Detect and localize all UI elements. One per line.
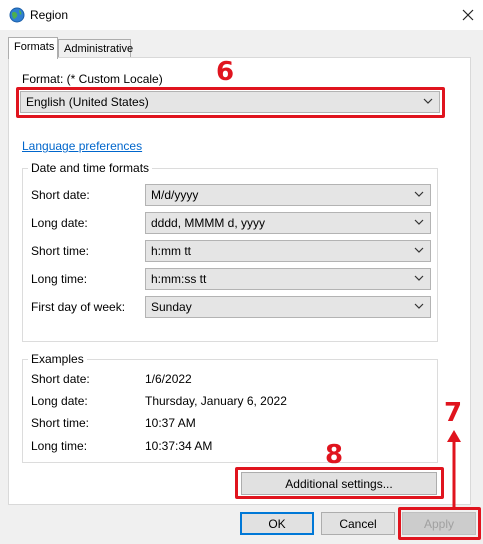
ok-button[interactable]: OK: [240, 512, 314, 535]
chevron-down-icon: [414, 219, 424, 225]
cancel-button[interactable]: Cancel: [321, 512, 395, 535]
chevron-down-icon: [414, 191, 424, 197]
language-preferences-link[interactable]: Language preferences: [22, 139, 142, 153]
long-date-value: dddd, MMMM d, yyyy: [151, 216, 266, 230]
annotation-box-apply: [398, 507, 481, 540]
format-label: Format: (* Custom Locale): [22, 72, 163, 86]
chevron-down-icon: [414, 275, 424, 281]
example-long-date-label: Long date:: [31, 394, 88, 408]
long-date-select[interactable]: dddd, MMMM d, yyyy: [145, 212, 431, 234]
cancel-label: Cancel: [339, 516, 377, 531]
title-bar: Region: [0, 0, 483, 30]
chevron-down-icon: [414, 247, 424, 253]
close-button[interactable]: [452, 0, 483, 30]
ok-label: OK: [268, 516, 286, 531]
example-long-date-value: Thursday, January 6, 2022: [145, 394, 287, 408]
short-date-label: Short date:: [31, 188, 90, 202]
close-icon: [462, 9, 473, 21]
tab-administrative-label: Administrative: [64, 43, 134, 55]
annotation-arrow-up-icon: [447, 430, 461, 510]
example-short-date-value: 1/6/2022: [145, 372, 192, 386]
annotation-box-additional-settings: [235, 467, 444, 499]
chevron-down-icon: [414, 303, 424, 309]
first-day-of-week-label: First day of week:: [31, 300, 126, 314]
tab-formats-label: Formats: [14, 41, 55, 53]
example-long-time-value: 10:37:34 AM: [145, 439, 213, 453]
example-short-time-label: Short time:: [31, 416, 90, 430]
tab-administrative[interactable]: Administrative: [58, 39, 134, 59]
example-short-date-label: Short date:: [31, 372, 90, 386]
short-date-select[interactable]: M/d/yyyy: [145, 184, 431, 206]
short-date-value: M/d/yyyy: [151, 188, 199, 202]
long-time-value: h:mm:ss tt: [151, 272, 207, 286]
short-time-value: h:mm tt: [151, 244, 192, 258]
annotation-number-6: 6: [216, 57, 235, 87]
long-time-select[interactable]: h:mm:ss tt: [145, 268, 431, 290]
first-day-of-week-value: Sunday: [151, 300, 192, 314]
region-globe-icon: [9, 7, 25, 23]
datetime-formats-title: Date and time formats: [28, 161, 153, 175]
examples-title: Examples: [28, 352, 87, 366]
short-time-label: Short time:: [31, 244, 90, 258]
annotation-number-8: 8: [325, 440, 344, 470]
long-date-label: Long date:: [31, 216, 88, 230]
annotation-box-format: [16, 87, 445, 118]
window-title: Region: [30, 8, 69, 22]
short-time-select[interactable]: h:mm tt: [145, 240, 431, 262]
first-day-of-week-select[interactable]: Sunday: [145, 296, 431, 318]
tab-formats[interactable]: Formats: [8, 37, 58, 59]
annotation-number-7: 7: [444, 398, 463, 428]
example-long-time-label: Long time:: [31, 439, 88, 453]
long-time-label: Long time:: [31, 272, 88, 286]
example-short-time-value: 10:37 AM: [145, 416, 196, 430]
